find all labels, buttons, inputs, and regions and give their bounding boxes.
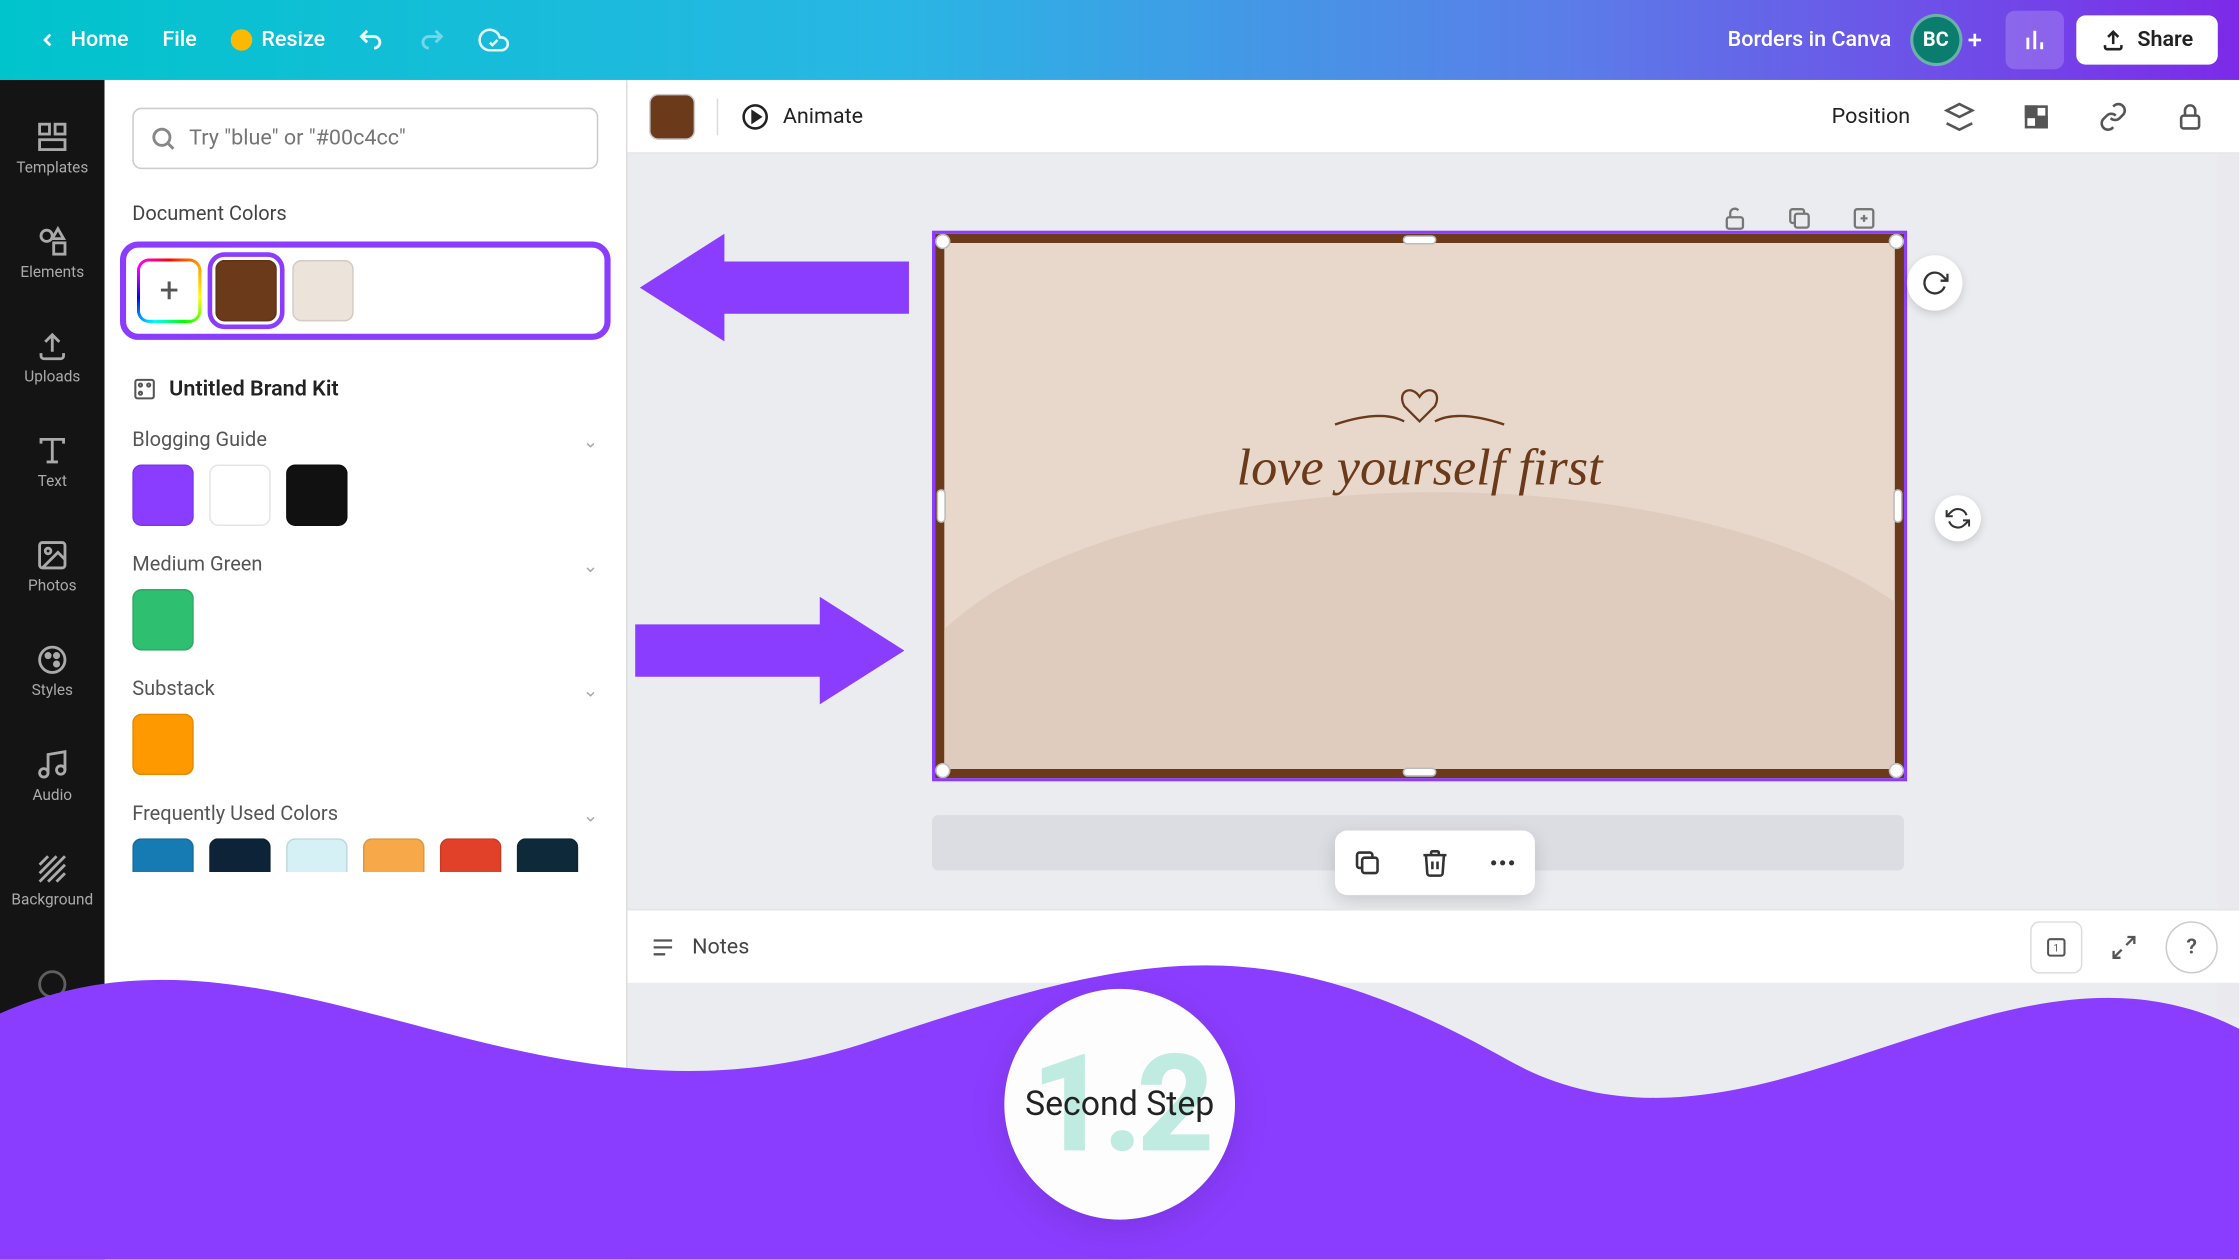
canvas-text[interactable]: love yourself first xyxy=(944,440,1894,498)
user-avatar[interactable]: BC xyxy=(1910,14,1962,66)
step-badge: 1.2 Second Step xyxy=(1004,989,1235,1220)
step-label: Second Step xyxy=(1025,1085,1214,1123)
lock-icon xyxy=(2175,101,2206,132)
doc-color-swatch[interactable] xyxy=(292,260,354,322)
rail-photos[interactable]: Photos xyxy=(0,514,105,619)
link-button[interactable] xyxy=(2086,88,2141,143)
transparency-icon xyxy=(2021,101,2052,132)
rail-styles[interactable]: Styles xyxy=(0,618,105,723)
animate-button[interactable]: Animate xyxy=(740,101,863,132)
rail-templates[interactable]: Templates xyxy=(0,95,105,200)
selected-frame[interactable]: love yourself first xyxy=(935,234,1904,778)
copy-icon xyxy=(1352,847,1383,878)
plus-icon xyxy=(1964,29,1986,51)
animate-icon xyxy=(740,101,771,132)
rail-audio[interactable]: Audio xyxy=(0,723,105,828)
bar-chart-icon xyxy=(2020,26,2048,54)
color-search[interactable] xyxy=(132,108,598,170)
add-color-swatch[interactable]: + xyxy=(138,260,200,322)
annotation-arrow-right xyxy=(628,581,905,719)
color-search-input[interactable] xyxy=(189,126,581,151)
document-colors-label: Document Colors xyxy=(132,203,598,226)
palette-name: Substack xyxy=(132,678,214,701)
top-header: Home File Resize Borders in Canva BC Sha… xyxy=(0,0,2239,80)
chevron-down-icon[interactable]: ⌄ xyxy=(583,430,598,452)
refresh-icon xyxy=(1921,269,1949,297)
share-button[interactable]: Share xyxy=(2076,15,2218,64)
cloud-sync-button[interactable] xyxy=(464,9,526,71)
document-name[interactable]: Borders in Canva xyxy=(1728,28,1892,53)
rail-text[interactable]: Text xyxy=(0,409,105,514)
layers-button[interactable] xyxy=(1932,88,1987,143)
border-color-chip[interactable] xyxy=(649,93,695,139)
rail-uploads[interactable]: Uploads xyxy=(0,305,105,410)
audio-icon xyxy=(35,747,69,781)
link-icon xyxy=(2098,101,2129,132)
freq-swatch[interactable] xyxy=(517,838,579,872)
add-member-button[interactable] xyxy=(1956,22,1993,59)
palette-swatch[interactable] xyxy=(132,714,194,776)
cloud-check-icon xyxy=(479,25,510,56)
redo-button[interactable] xyxy=(402,9,464,71)
transparency-button[interactable] xyxy=(2009,88,2064,143)
undo-icon xyxy=(358,26,386,54)
trash-icon xyxy=(1420,847,1451,878)
palette-swatch[interactable] xyxy=(132,464,194,526)
uploads-icon xyxy=(35,328,69,362)
brand-kit-header[interactable]: Untitled Brand Kit xyxy=(132,377,598,402)
home-button[interactable]: Home xyxy=(22,18,144,61)
freq-swatch[interactable] xyxy=(132,838,194,872)
freq-swatch[interactable] xyxy=(209,838,271,872)
palette-icon xyxy=(132,377,157,402)
styles-icon xyxy=(35,642,69,676)
freq-swatch[interactable] xyxy=(363,838,425,872)
freq-swatch[interactable] xyxy=(440,838,502,872)
undo-button[interactable] xyxy=(341,9,403,71)
freq-colors-label: Frequently Used Colors xyxy=(132,803,338,826)
regenerate-button[interactable] xyxy=(1907,255,1962,310)
layers-icon xyxy=(1944,101,1975,132)
background-shape xyxy=(944,492,1894,769)
search-icon xyxy=(149,125,177,153)
add-page-icon xyxy=(1850,205,1878,233)
photos-icon xyxy=(35,538,69,572)
crown-icon xyxy=(231,29,253,51)
duplicate-icon xyxy=(1786,205,1814,233)
insights-button[interactable] xyxy=(2005,11,2063,69)
chevron-down-icon[interactable]: ⌄ xyxy=(583,679,598,701)
heart-divider-icon xyxy=(1320,378,1520,440)
rail-elements[interactable]: Elements xyxy=(0,200,105,305)
document-colors-row: + xyxy=(120,241,611,339)
resize-label: Resize xyxy=(261,28,325,53)
redo-icon xyxy=(419,26,447,54)
property-toolbar: Animate Position xyxy=(628,80,2240,154)
palette-name: Blogging Guide xyxy=(132,429,267,452)
doc-color-swatch[interactable] xyxy=(215,260,277,322)
home-label: Home xyxy=(71,28,129,53)
chevron-down-icon[interactable]: ⌄ xyxy=(583,804,598,826)
chevron-left-icon xyxy=(37,29,59,51)
share-label: Share xyxy=(2137,28,2193,53)
palette-swatch[interactable] xyxy=(286,464,348,526)
lock-button[interactable] xyxy=(2162,88,2217,143)
palette-swatch[interactable] xyxy=(132,589,194,651)
annotation-arrow-left xyxy=(640,218,917,356)
templates-icon xyxy=(35,119,69,153)
sync-icon xyxy=(1946,506,1971,531)
canvas-inner: love yourself first xyxy=(944,243,1894,769)
file-menu[interactable]: File xyxy=(144,18,215,61)
upload-icon xyxy=(2100,28,2125,53)
resize-button[interactable]: Resize xyxy=(215,18,340,61)
position-button[interactable]: Position xyxy=(1832,104,1911,129)
sync-button[interactable] xyxy=(1935,495,1981,541)
ellipsis-icon xyxy=(1487,847,1518,878)
palette-name: Medium Green xyxy=(132,554,262,577)
unlock-icon xyxy=(1721,205,1749,233)
elements-icon xyxy=(35,224,69,258)
freq-swatch[interactable] xyxy=(286,838,348,872)
text-icon xyxy=(35,433,69,467)
palette-swatch[interactable] xyxy=(209,464,271,526)
chevron-down-icon[interactable]: ⌄ xyxy=(583,554,598,576)
